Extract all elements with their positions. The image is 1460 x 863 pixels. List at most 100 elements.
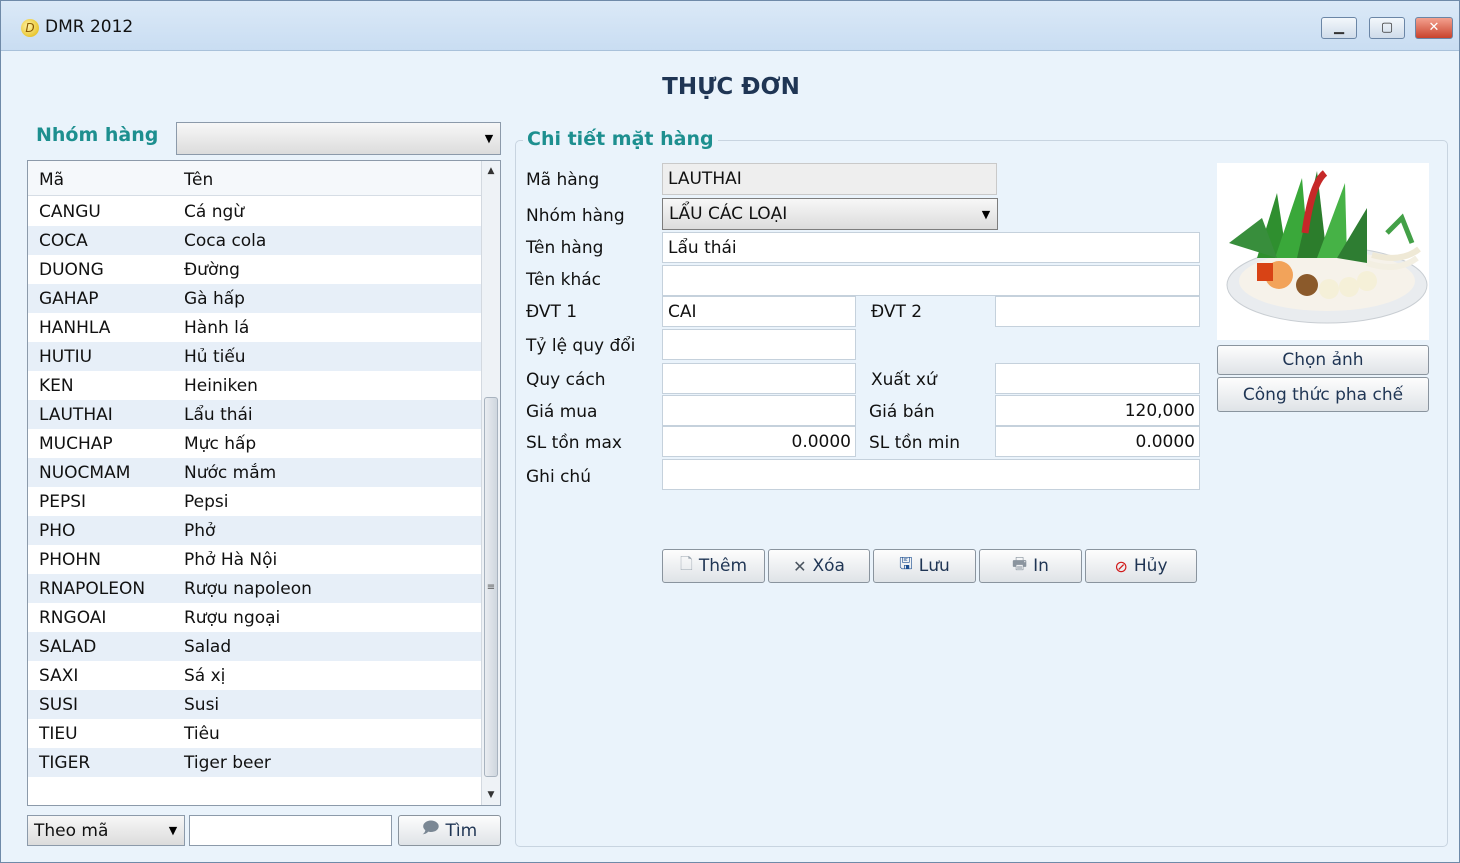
scroll-up-icon[interactable]: ▲: [482, 161, 500, 181]
scroll-down-icon[interactable]: ▼: [482, 785, 500, 805]
table-row[interactable]: RNAPOLEON Rượu napoleon: [28, 574, 482, 603]
note-field[interactable]: [662, 459, 1200, 490]
table-row[interactable]: PHO Phở: [28, 516, 482, 545]
row-name: Sá xị: [184, 666, 226, 686]
table-row[interactable]: PEPSI Pepsi: [28, 487, 482, 516]
table-row[interactable]: GAHAP Gà hấp: [28, 284, 482, 313]
table-row[interactable]: MUCHAP Mực hấp: [28, 429, 482, 458]
find-button-label: Tìm: [445, 820, 478, 841]
row-code: MUCHAP: [39, 434, 113, 454]
search-mode-select[interactable]: Theo mã ▼: [27, 815, 185, 846]
row-code: GAHAP: [39, 289, 99, 309]
row-code: TIEU: [39, 724, 78, 744]
row-name: Cá ngừ: [184, 202, 245, 222]
delete-button[interactable]: ✕ Xóa: [768, 549, 870, 583]
table-row[interactable]: HANHLA Hành lá: [28, 313, 482, 342]
row-name: Phở Hà Nội: [184, 550, 278, 570]
ratio-field[interactable]: [662, 329, 856, 360]
code-label: Mã hàng: [526, 170, 600, 190]
row-name: Tiêu: [184, 724, 220, 744]
stock-max-field[interactable]: 0.0000: [662, 426, 856, 457]
table-row[interactable]: DUONG Đường: [28, 255, 482, 284]
x-icon: ✕: [793, 556, 807, 576]
name-field[interactable]: Lẩu thái: [662, 232, 1200, 263]
search-input[interactable]: [189, 815, 392, 846]
product-photo: [1217, 163, 1429, 340]
table-row[interactable]: PHOHN Phở Hà Nội: [28, 545, 482, 574]
chevron-down-icon: ▼: [981, 207, 991, 221]
list-scrollbar[interactable]: ▲ ≡ ▼: [481, 161, 500, 805]
column-header-code[interactable]: Mã: [39, 170, 64, 190]
table-row[interactable]: LAUTHAI Lẩu thái: [28, 400, 482, 429]
print-button[interactable]: 🖶 In: [979, 549, 1082, 583]
row-name: Coca cola: [184, 231, 267, 251]
group-filter-select[interactable]: ▼: [176, 122, 501, 155]
row-code: LAUTHAI: [39, 405, 113, 425]
row-name: Salad: [184, 637, 232, 657]
name-value: Lẩu thái: [668, 238, 737, 258]
table-row[interactable]: HUTIU Hủ tiếu: [28, 342, 482, 371]
spec-field[interactable]: [662, 363, 856, 394]
save-button[interactable]: 🖫 Lưu: [873, 549, 976, 583]
row-code: PHOHN: [39, 550, 101, 570]
row-name: Lẩu thái: [184, 405, 253, 425]
detail-group-title: Chi tiết mặt hàng: [523, 128, 718, 150]
hotpot-vegetable-image: [1226, 170, 1428, 324]
table-row[interactable]: KEN Heiniken: [28, 371, 482, 400]
unit1-label: ĐVT 1: [526, 302, 578, 322]
table-row[interactable]: SALAD Salad: [28, 632, 482, 661]
origin-field[interactable]: [995, 363, 1200, 394]
close-button[interactable]: ✕: [1415, 17, 1453, 39]
new-document-icon: 🗋: [679, 553, 693, 573]
stock-min-label: SL tồn min: [869, 433, 960, 453]
stock-max-value: 0.0000: [791, 432, 851, 452]
table-row[interactable]: NUOCMAM Nước mắm: [28, 458, 482, 487]
row-name: Tiger beer: [184, 753, 271, 773]
sell-price-field[interactable]: 120,000: [995, 395, 1200, 426]
cancel-button[interactable]: ⊘ Hủy: [1085, 549, 1197, 583]
column-header-name[interactable]: Tên: [184, 170, 213, 190]
minimize-button[interactable]: ▁: [1321, 17, 1357, 39]
table-row[interactable]: COCA Coca cola: [28, 226, 482, 255]
recipe-button[interactable]: Công thức pha chế: [1217, 377, 1429, 412]
table-row[interactable]: CANGU Cá ngừ: [28, 197, 482, 226]
search-mode-value: Theo mã: [34, 820, 109, 841]
group-select[interactable]: LẨU CÁC LOẠI ▼: [662, 198, 998, 230]
row-code: HANHLA: [39, 318, 111, 338]
stop-icon: ⊘: [1114, 556, 1128, 576]
table-row[interactable]: SAXI Sá xị: [28, 661, 482, 690]
table-row[interactable]: TIEU Tiêu: [28, 719, 482, 748]
add-button[interactable]: 🗋 Thêm: [662, 549, 765, 583]
list-header: Mã Tên: [28, 161, 482, 196]
stock-min-field[interactable]: 0.0000: [995, 426, 1200, 457]
unit2-field[interactable]: [995, 296, 1200, 327]
scroll-thumb[interactable]: ≡: [484, 397, 498, 777]
row-name: Rượu napoleon: [184, 579, 312, 599]
row-name: Pepsi: [184, 492, 229, 512]
row-code: SALAD: [39, 637, 97, 657]
floppy-disk-icon: 🖫: [899, 553, 913, 573]
row-code: PEPSI: [39, 492, 87, 512]
row-name: Rượu ngoại: [184, 608, 281, 628]
code-value: LAUTHAI: [668, 169, 742, 189]
table-row[interactable]: TIGER Tiger beer: [28, 748, 482, 777]
code-field[interactable]: LAUTHAI: [662, 163, 997, 195]
find-button[interactable]: 🗩 Tìm: [398, 815, 501, 846]
row-code: PHO: [39, 521, 76, 541]
table-row[interactable]: SUSI Susi: [28, 690, 482, 719]
title-bar: D DMR 2012 ▁ ▢ ✕: [1, 1, 1459, 51]
group-label: Nhóm hàng: [526, 206, 625, 226]
item-list[interactable]: Mã Tên CANGU Cá ngừ COCA Coca cola DUONG Đườn…: [27, 160, 501, 806]
alt-name-field[interactable]: [662, 265, 1200, 296]
stock-min-value: 0.0000: [1135, 432, 1195, 452]
alt-name-label: Tên khác: [526, 270, 602, 290]
unit1-field[interactable]: CAI: [662, 296, 856, 327]
maximize-button[interactable]: ▢: [1369, 17, 1405, 39]
buy-price-field[interactable]: [662, 395, 856, 426]
chevron-down-icon: ▼: [484, 132, 494, 145]
choose-image-button[interactable]: Chọn ảnh: [1217, 345, 1429, 375]
print-button-label: In: [1033, 556, 1049, 576]
save-button-label: Lưu: [918, 556, 950, 576]
table-row[interactable]: RNGOAI Rượu ngoại: [28, 603, 482, 632]
row-name: Đường: [184, 260, 240, 280]
